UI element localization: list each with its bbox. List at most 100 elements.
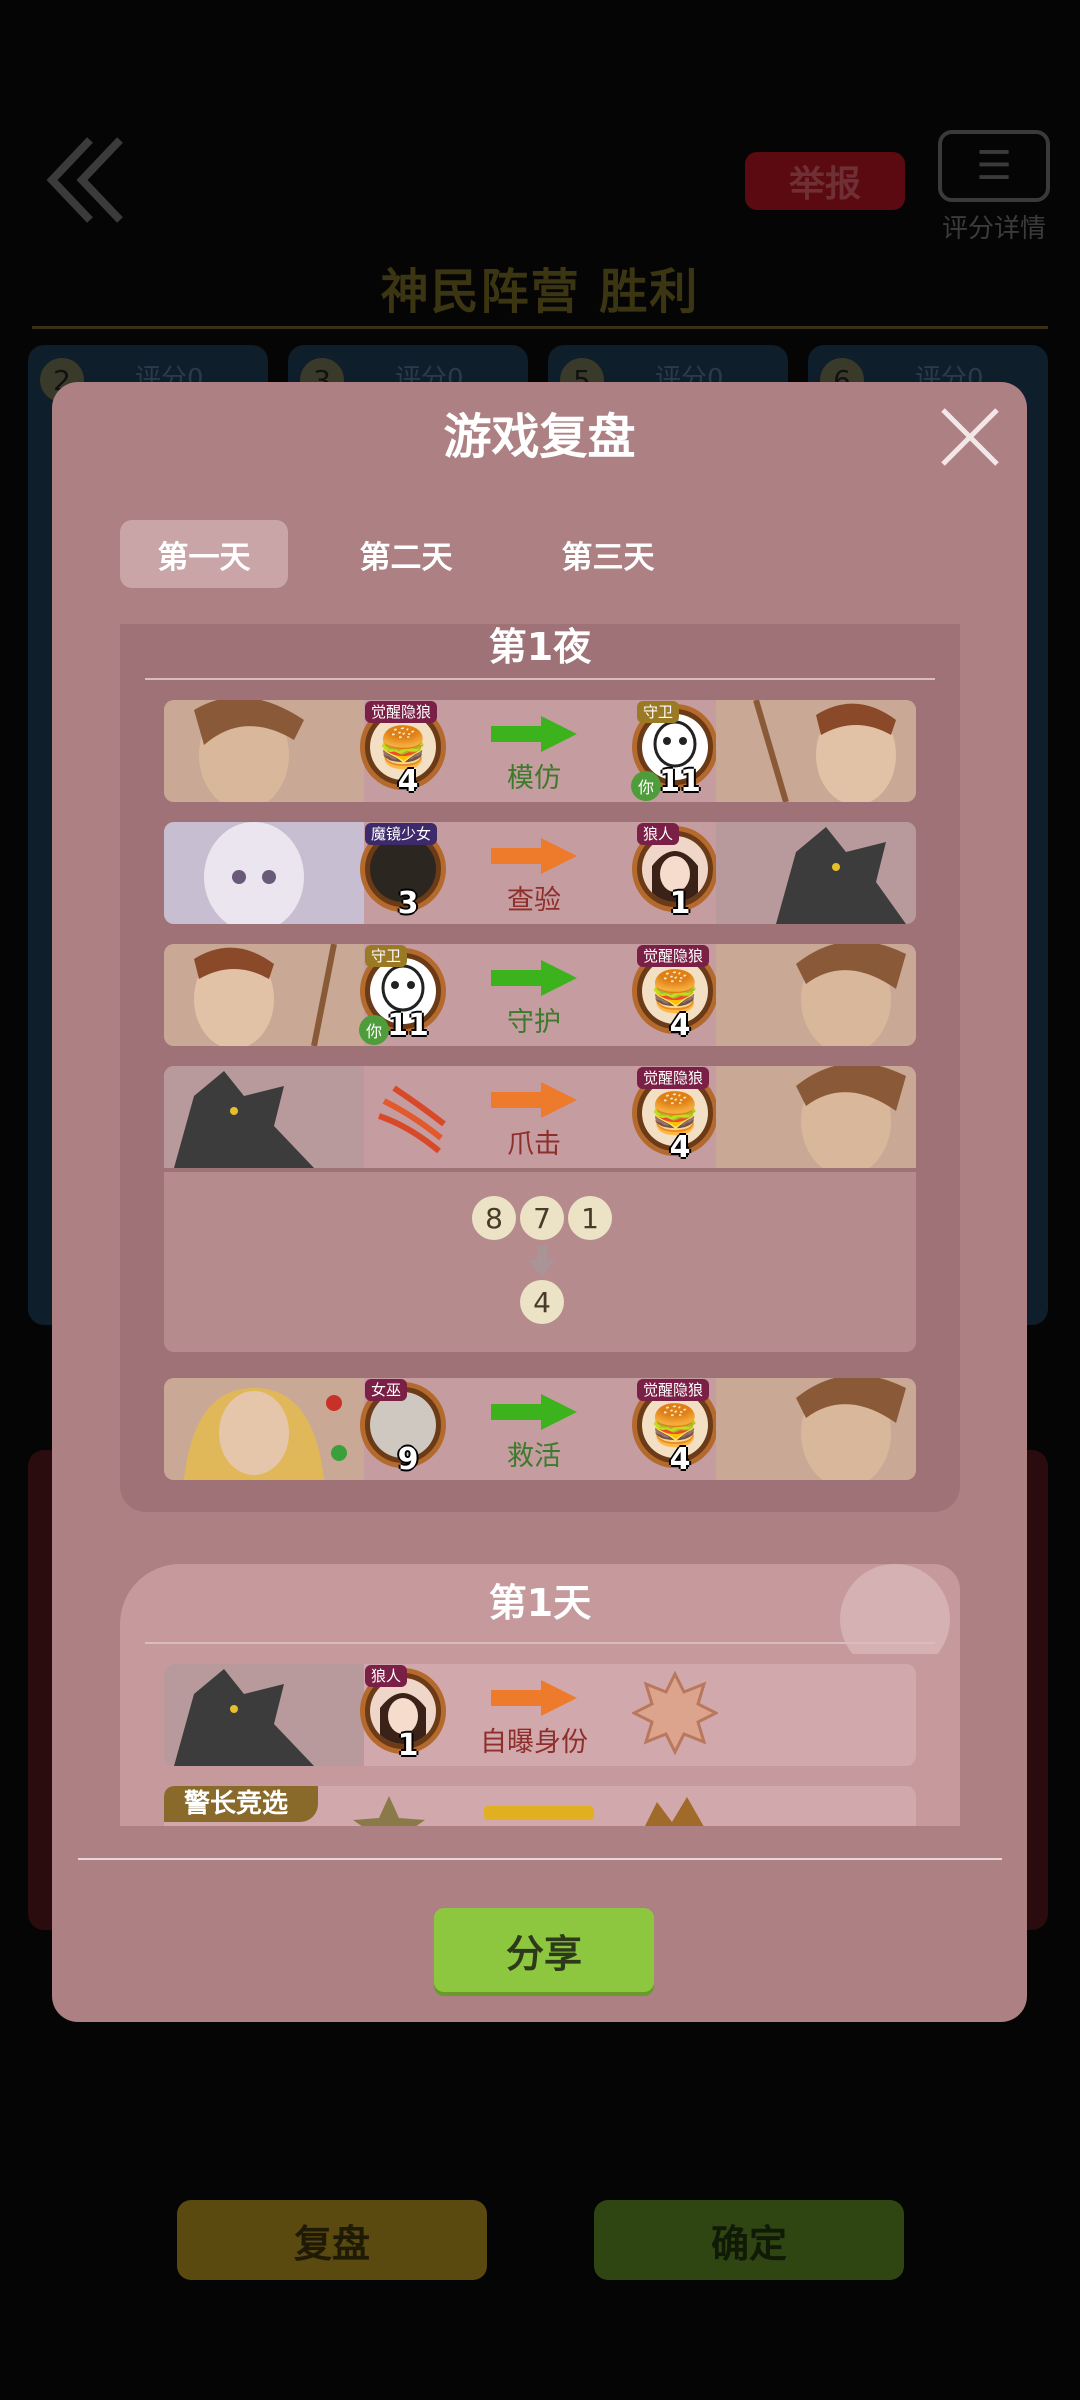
player-number: 4: [669, 1008, 691, 1043]
vote-source: 7: [520, 1196, 564, 1240]
player-avatar[interactable]: 魔镜少女 3: [360, 823, 446, 921]
gold-bar-icon: [484, 1806, 594, 1820]
night-title: 第1夜: [488, 625, 592, 669]
player-avatar[interactable]: 狼人 1: [632, 823, 718, 921]
sheriff-election-label: 警长竞选: [164, 1786, 319, 1822]
day-title: 第1天: [488, 1581, 592, 1625]
action: 自曝身份: [454, 1678, 614, 1759]
arrow-right-icon: [491, 838, 577, 874]
player-number: 11: [387, 1008, 429, 1043]
action-row: 狼人 1 自曝身份: [164, 1664, 916, 1766]
action-verb: 爪击: [507, 1129, 561, 1160]
player-number: 4: [669, 1130, 691, 1165]
result-title: 神民阵营 胜利: [380, 264, 700, 320]
vote-target: 4: [520, 1280, 564, 1324]
player-number: 9: [397, 1442, 419, 1477]
action: 救活: [474, 1392, 594, 1473]
player-number: 1: [397, 1728, 419, 1763]
vote-source: 8: [472, 1196, 516, 1240]
action-verb: 自曝身份: [480, 1727, 588, 1758]
arrow-right-icon: [491, 716, 577, 752]
action-row: 守卫 你 11 守护 🍔 觉醒隐狼 4: [164, 944, 916, 1046]
role-tag: 觉醒隐狼: [365, 701, 438, 723]
wolf-portrait-icon: [164, 1066, 364, 1168]
action: 爪击: [474, 1080, 594, 1161]
player-number: 11: [659, 764, 701, 799]
action-verb: 模仿: [507, 763, 561, 794]
action-row: 女巫 9 救活 🍔 觉醒隐狼 4: [164, 1378, 916, 1480]
tab-day-3[interactable]: 第三天: [524, 520, 692, 588]
character-portrait-icon: [164, 700, 364, 802]
player-number: 1: [669, 886, 691, 921]
report-button[interactable]: 举报: [745, 152, 905, 210]
arrow-right-icon: [491, 1680, 577, 1716]
back-chevron-icon[interactable]: [40, 130, 130, 230]
sheriff-row: 警长竞选: [164, 1786, 916, 1826]
action-row: 🍔 觉醒隐狼 4 模仿 守卫 你 11: [164, 700, 916, 802]
player-avatar[interactable]: 狼人 1: [360, 1665, 446, 1763]
arrow-right-icon: [491, 1082, 577, 1118]
vote-summary: 8 7 1 4: [164, 1172, 916, 1352]
role-tag: 狼人: [365, 1665, 408, 1687]
tab-day-1[interactable]: 第一天: [120, 520, 288, 588]
role-tag: 守卫: [637, 701, 680, 723]
divider: [32, 326, 1048, 329]
player-avatar[interactable]: 守卫 你 11: [631, 701, 718, 801]
character-portrait-icon: [164, 944, 364, 1046]
action: 守护: [474, 958, 594, 1039]
divider: [145, 678, 935, 680]
wolf-portrait-icon: [164, 1664, 364, 1766]
arrow-right-icon: [491, 1394, 577, 1430]
divider: [145, 1642, 935, 1644]
action-verb: 救活: [507, 1441, 561, 1472]
explosion-icon: [632, 1670, 718, 1756]
player-number: 4: [397, 764, 419, 799]
arrow-right-icon: [491, 960, 577, 996]
share-button[interactable]: 分享: [434, 1908, 654, 1992]
divider: [78, 1858, 1002, 1860]
player-avatar[interactable]: 🍔 觉醒隐狼 4: [632, 945, 718, 1043]
action: 查验: [474, 836, 594, 917]
day-panel: 第1天 狼人 1 自曝身份 警长竞选: [120, 1564, 960, 1826]
game-replay-modal: 游戏复盘 第一天 第二天 第三天 第1夜 🍔 觉醒隐狼 4 模仿 守卫 你 11…: [52, 382, 1027, 2022]
arrow-down-icon: [529, 1246, 555, 1277]
player-avatar[interactable]: 守卫 你 11: [359, 945, 446, 1045]
player-avatar[interactable]: 🍔 觉醒隐狼 4: [632, 1067, 718, 1165]
action-row: 爪击 🍔 觉醒隐狼 4: [164, 1066, 916, 1168]
role-tag: 狼人: [637, 823, 680, 845]
role-tag: 觉醒隐狼: [637, 945, 710, 967]
action-verb: 守护: [507, 1007, 561, 1038]
role-tag: 守卫: [365, 945, 408, 967]
score-detail-label: 评分详情: [941, 214, 1046, 244]
character-portrait-icon: [716, 1378, 916, 1480]
confirm-button[interactable]: 确定: [594, 2200, 904, 2280]
replay-button[interactable]: 复盘: [177, 2200, 487, 2280]
character-portrait-icon: [716, 1066, 916, 1168]
role-tag: 女巫: [365, 1379, 408, 1401]
player-avatar[interactable]: 🍔 觉醒隐狼 4: [360, 701, 446, 799]
action: 模仿: [474, 714, 594, 795]
sheriff-star-icon: [353, 1796, 425, 1826]
list-icon: ☰: [938, 130, 1050, 202]
close-icon[interactable]: [935, 402, 1005, 472]
role-tag: 觉醒隐狼: [637, 1067, 710, 1089]
sheriff-badge-icon: [645, 1797, 704, 1826]
score-detail-button[interactable]: ☰ 评分详情: [935, 130, 1053, 245]
claw-icon: [378, 1085, 446, 1154]
player-number: 4: [669, 1442, 691, 1477]
player-avatar[interactable]: 女巫 9: [360, 1379, 446, 1477]
role-tag: 魔镜少女: [365, 823, 438, 845]
wolf-portrait-icon: [716, 822, 916, 924]
vote-source: 1: [568, 1196, 612, 1240]
role-tag: 觉醒隐狼: [637, 1379, 710, 1401]
tab-day-2[interactable]: 第二天: [322, 520, 490, 588]
day-tabs: 第一天 第二天 第三天: [120, 520, 726, 588]
character-portrait-icon: [164, 1378, 364, 1480]
character-portrait-icon: [164, 822, 364, 924]
replay-scroll-area[interactable]: 第1夜 🍔 觉醒隐狼 4 模仿 守卫 你 11 魔镜少女 3 查验 狼人 1 守…: [120, 624, 960, 1826]
player-avatar[interactable]: 🍔 觉醒隐狼 4: [632, 1379, 718, 1477]
night-panel: 第1夜 🍔 觉醒隐狼 4 模仿 守卫 你 11 魔镜少女 3 查验 狼人 1 守…: [120, 624, 960, 1512]
action-verb: 查验: [507, 885, 561, 916]
character-portrait-icon: [716, 700, 916, 802]
character-portrait-icon: [716, 944, 916, 1046]
